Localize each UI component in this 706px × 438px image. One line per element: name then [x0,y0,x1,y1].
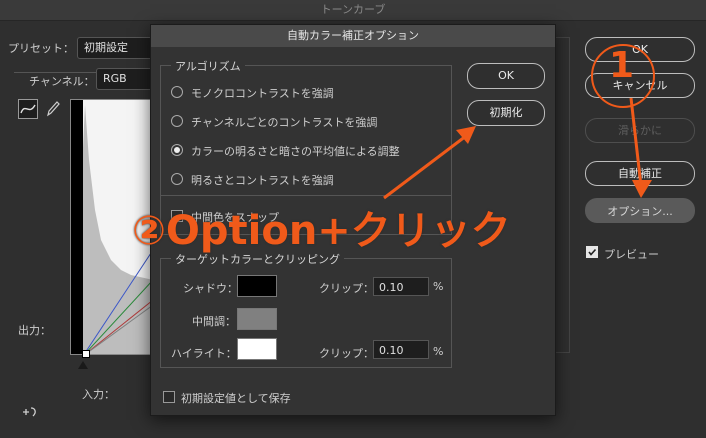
step1-label: 1 [609,45,635,86]
step2-label: ②Option+クリック [132,208,511,254]
